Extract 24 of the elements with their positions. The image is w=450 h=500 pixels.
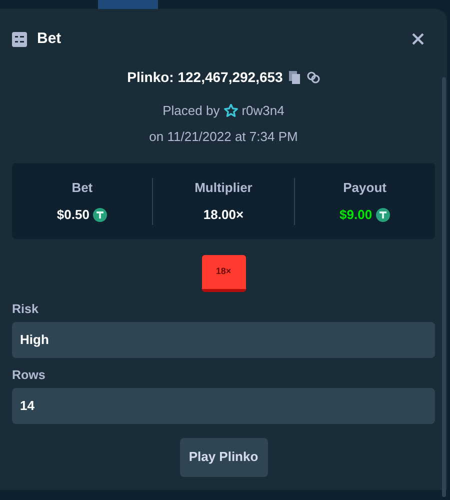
coin-icon	[93, 208, 108, 222]
stat-label: Payout	[343, 178, 386, 197]
placed-by-label: Placed by	[162, 102, 220, 120]
link-icon[interactable]	[306, 71, 320, 84]
stat-value: 18.00×	[203, 206, 244, 224]
play-button[interactable]: Play Plinko	[180, 438, 268, 476]
input-field[interactable]: 14	[12, 388, 435, 424]
stat-label: Multiplier	[194, 178, 252, 197]
coin-icon	[376, 208, 390, 222]
bet-date: on 11/21/2022 at 7:34 PM	[149, 128, 298, 146]
username[interactable]: r0w3n4	[242, 101, 284, 120]
stat-value: $9.00	[340, 206, 372, 224]
star-icon	[224, 104, 238, 118]
field-label: Risk	[12, 301, 40, 318]
input-field[interactable]: High	[12, 322, 435, 358]
field-label: Rows	[12, 366, 46, 384]
copy-icon[interactable]	[288, 71, 301, 84]
dialog-title: Bet	[37, 28, 62, 49]
list-icon	[12, 32, 27, 46]
multiplier-tile: 18×	[202, 255, 246, 292]
stat-value: $0.50	[56, 206, 90, 224]
game-id: Plinko: 122,467,292,653	[127, 68, 283, 87]
close-icon[interactable]	[411, 32, 425, 46]
stat-label: Bet	[72, 178, 93, 196]
